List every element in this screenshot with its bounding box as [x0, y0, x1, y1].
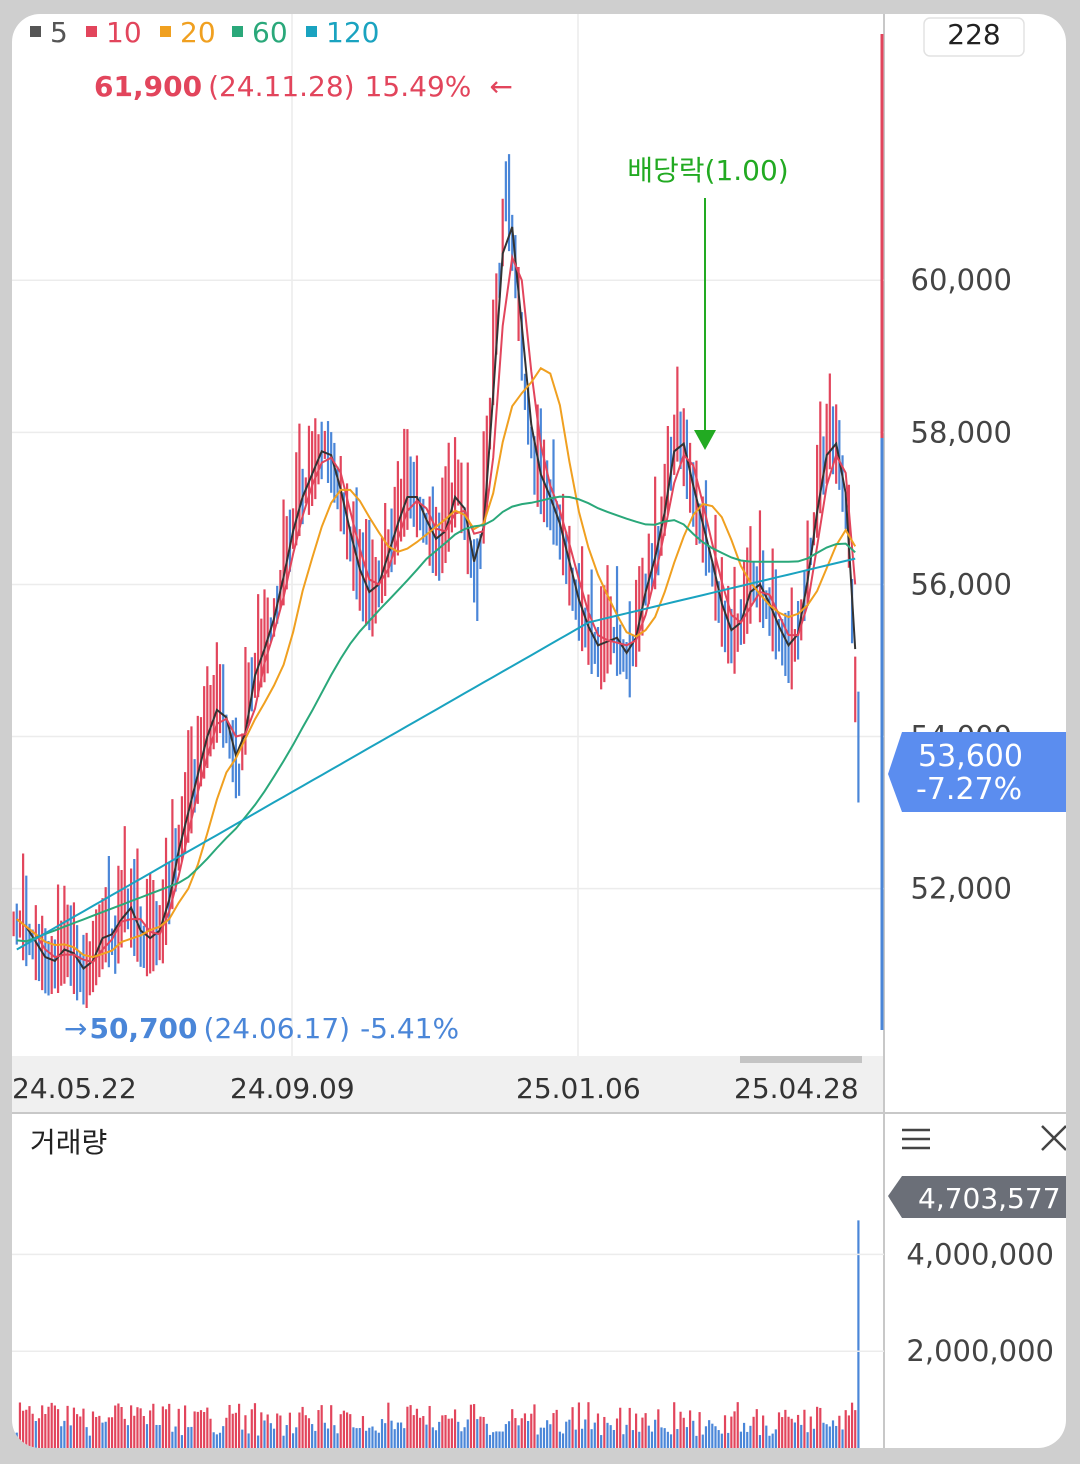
price-tick: 56,000 [911, 567, 1012, 601]
low-pct: -5.41% [360, 1012, 459, 1045]
legend-swatch-60 [232, 26, 243, 37]
high-price-marker: 61,900 (24.11.28) 15.49% ← [94, 70, 513, 103]
price-tick: 52,000 [911, 872, 1012, 906]
volume-tick: 4,000,000 [906, 1237, 1054, 1271]
price-tick: 60,000 [911, 263, 1012, 297]
legend-label-120: 120 [326, 16, 379, 49]
current-change: -7.27% [916, 772, 1022, 807]
moving-average-lines [16, 226, 857, 970]
dividend-label: 배당락(1.00) [627, 154, 788, 187]
low-price: 50,700 [89, 1012, 197, 1045]
legend-label-5: 5 [50, 16, 68, 49]
date-tick: 25.01.06 [516, 1072, 641, 1105]
price-tick: 58,000 [911, 415, 1012, 449]
volume-tag-value: 4,703,577 [918, 1182, 1061, 1215]
count-box-value: 228 [947, 18, 1000, 51]
ma-line-10 [16, 253, 857, 964]
high-price: 61,900 [94, 70, 202, 103]
volume-tag: 4,703,577 [888, 1176, 1066, 1218]
low-arrow-icon: → [64, 1012, 87, 1045]
date-tick: 24.05.22 [12, 1072, 137, 1105]
legend-swatch-10 [86, 26, 97, 37]
menu-icon[interactable] [902, 1128, 930, 1150]
date-tick: 24.09.09 [230, 1072, 355, 1105]
current-price: 53,600 [918, 739, 1023, 774]
legend-label-10: 10 [106, 16, 142, 49]
count-box[interactable]: 228 [923, 17, 1025, 57]
legend-label-60: 60 [252, 16, 288, 49]
high-arrow-icon: ← [489, 70, 512, 103]
volume-axis: 2,000,000 4,000,000 [12, 1237, 1054, 1368]
legend-swatch-5 [30, 26, 41, 37]
close-icon[interactable] [1041, 1125, 1066, 1151]
high-date: (24.11.28) [208, 70, 355, 103]
dividend-annotation: 배당락(1.00) [627, 154, 789, 450]
ma-line-20 [16, 366, 857, 959]
low-date: (24.06.17) [204, 1012, 351, 1045]
ma-line-5 [16, 226, 857, 970]
volume-panel-title: 거래량 [30, 1126, 107, 1159]
low-price-marker: →50,700 (24.06.17) -5.41% [64, 1012, 459, 1045]
volume-tick: 2,000,000 [906, 1334, 1054, 1368]
ma-line-120 [16, 557, 856, 951]
chart-card: 5 10 20 60 120 228 61,900 (24.11.28) 15.49… [12, 14, 1066, 1448]
scroll-handle[interactable] [740, 1056, 862, 1063]
high-pct: 15.49% [365, 70, 472, 103]
legend-label-20: 20 [180, 16, 216, 49]
ma-legend: 5 10 20 60 120 [30, 16, 379, 49]
dividend-arrow-icon [694, 430, 716, 450]
date-tick: 25.04.28 [734, 1072, 859, 1105]
stock-chart[interactable]: 5 10 20 60 120 228 61,900 (24.11.28) 15.49… [12, 14, 1066, 1448]
legend-swatch-120 [306, 26, 317, 37]
current-price-tag: 53,600 -7.27% [888, 732, 1066, 812]
legend-swatch-20 [160, 26, 171, 37]
